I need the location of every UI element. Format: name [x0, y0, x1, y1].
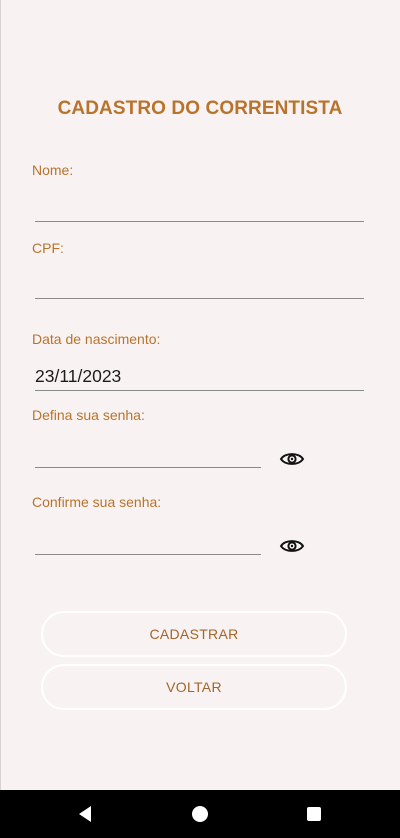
nav-back-icon[interactable]: [74, 802, 98, 826]
birthdate-label: Data de nascimento:: [32, 331, 161, 347]
nav-home-icon[interactable]: [188, 802, 212, 826]
birthdate-input[interactable]: 23/11/2023: [35, 363, 364, 391]
confirm-password-input[interactable]: [35, 527, 261, 555]
password-input[interactable]: [35, 440, 261, 468]
back-button[interactable]: VOLTAR: [41, 664, 347, 710]
system-navigation-bar: [0, 790, 400, 838]
name-input[interactable]: [35, 194, 364, 222]
password-label: Defina sua senha:: [32, 407, 145, 423]
name-label: Nome:: [32, 162, 74, 178]
register-button[interactable]: CADASTRAR: [41, 611, 347, 657]
cpf-label: CPF:: [32, 240, 64, 256]
nav-recents-icon[interactable]: [302, 802, 326, 826]
confirm-password-label: Confirme sua senha:: [32, 494, 162, 510]
cpf-input[interactable]: [35, 271, 364, 299]
eye-icon[interactable]: [279, 450, 305, 468]
page-title: CADASTRO DO CORRENTISTA: [57, 98, 343, 119]
registration-screen: CADASTRO DO CORRENTISTA Nome: CPF: Data …: [0, 0, 400, 838]
eye-icon[interactable]: [279, 537, 305, 555]
password-visibility-toggle-icon: [279, 453, 305, 465]
confirm-visibility-toggle-icon: [279, 540, 305, 552]
